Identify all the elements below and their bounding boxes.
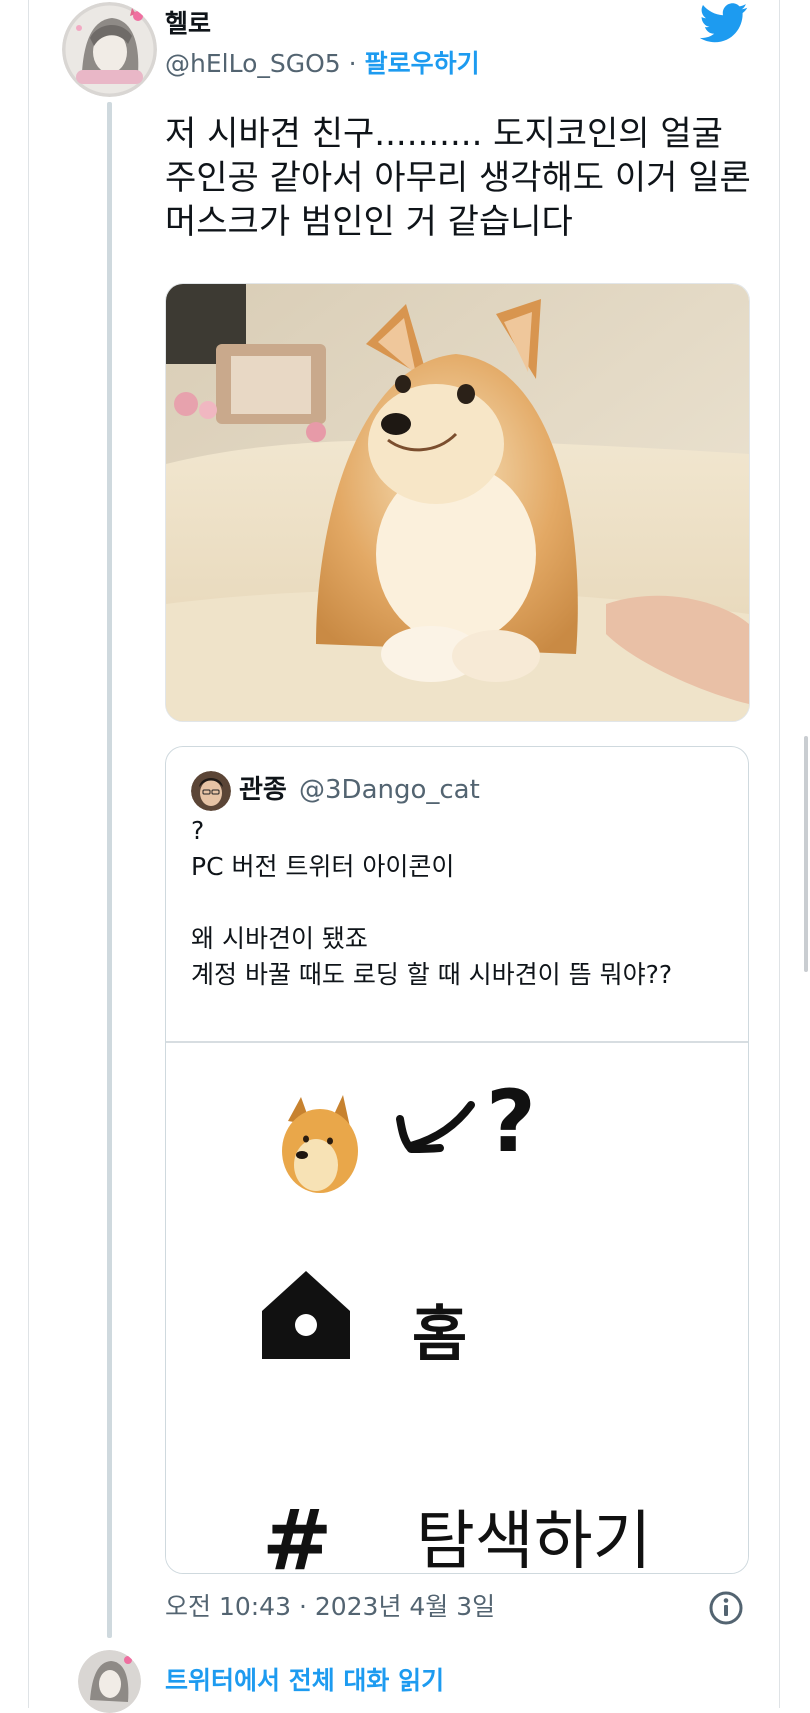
quote-author-name[interactable]: 관종 bbox=[239, 773, 287, 807]
quote-text-line: 계정 바꿀 때도 로딩 할 때 시바견이 뜸 뭐야?? bbox=[191, 960, 673, 989]
quote-author-handle[interactable]: @3Dango_cat bbox=[299, 773, 480, 807]
card-border-right bbox=[779, 0, 780, 1708]
question-mark: ? bbox=[486, 1072, 536, 1172]
explore-label: 탐색하기 bbox=[416, 1505, 652, 1573]
read-full-conversation-link[interactable]: 트위터에서 전체 대화 읽기 bbox=[165, 1664, 444, 1698]
follow-button[interactable]: 팔로우하기 bbox=[365, 49, 480, 78]
card-border-left bbox=[28, 0, 29, 1708]
tweet-photo[interactable] bbox=[165, 283, 750, 722]
quote-text-line: ? bbox=[191, 816, 205, 845]
thread-connector-line bbox=[107, 102, 112, 1638]
separator-dot: · bbox=[348, 49, 357, 78]
quote-text-line: PC 버전 트위터 아이콘이 bbox=[191, 852, 455, 881]
quote-text-line: 왜 시바견이 됐죠 bbox=[191, 924, 368, 953]
hashtag-icon: # bbox=[262, 1491, 332, 1573]
reader-avatar[interactable] bbox=[78, 1650, 141, 1713]
home-label: 홈 bbox=[412, 1300, 467, 1370]
page-scrollbar[interactable] bbox=[804, 736, 808, 972]
tweet-timestamp[interactable]: 오전 10:43 · 2023년 4월 3일 bbox=[165, 1590, 495, 1624]
twitter-bird-icon[interactable] bbox=[699, 2, 748, 44]
info-icon[interactable] bbox=[708, 1590, 744, 1626]
author-display-name[interactable]: 헬로 bbox=[165, 8, 211, 40]
quote-author-avatar[interactable] bbox=[191, 771, 231, 811]
author-avatar[interactable] bbox=[62, 2, 157, 97]
author-handle-row: @hElLo_SGO5 · 팔로우하기 bbox=[165, 48, 480, 80]
quote-image[interactable]: ? 홈 # 탐색하기 bbox=[166, 1043, 748, 1573]
tweet-text: 저 시바견 친구.......... 도지코인의 얼굴 주인공 같아서 아무리 … bbox=[165, 114, 751, 242]
author-handle[interactable]: @hElLo_SGO5 bbox=[165, 49, 341, 78]
quoted-tweet[interactable]: 관종 @3Dango_cat ? PC 버전 트위터 아이콘이 왜 시바견이 됐… bbox=[165, 746, 749, 1574]
